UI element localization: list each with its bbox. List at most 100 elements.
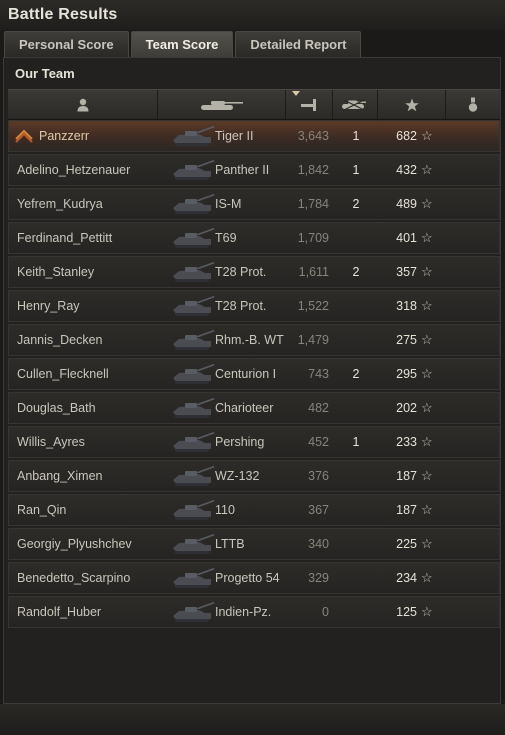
kills-value: 2 <box>352 367 360 381</box>
damage-value: 329 <box>308 571 329 585</box>
tank-silhouette-icon <box>169 566 217 590</box>
player-row[interactable]: Panzzerr Tiger II 3,643 1 682 ☆ <box>8 120 500 152</box>
tank-silhouette-icon <box>169 532 217 556</box>
table-row[interactable]: Henry_Ray T28 Prot. 1,522 318 ☆ <box>8 290 500 322</box>
player-name: Douglas_Bath <box>17 401 96 415</box>
tank-name: T69 <box>215 231 237 245</box>
player-name: Anbang_Ximen <box>17 469 103 483</box>
column-tank[interactable] <box>158 90 286 119</box>
star-icon: ☆ <box>421 366 433 381</box>
player-name: Ferdinand_Pettitt <box>17 231 113 245</box>
xp-value: 295 <box>396 367 417 381</box>
damage-value: 3,643 <box>297 129 329 143</box>
player-name: Ran_Qin <box>17 503 67 517</box>
player-name: Adelino_Hetzenauer <box>17 163 131 177</box>
star-icon: ☆ <box>421 570 433 585</box>
kills-value: 2 <box>352 197 360 211</box>
player-name: Panzzerr <box>39 129 90 143</box>
tank-silhouette-icon <box>169 464 217 488</box>
medal-icon <box>468 97 478 112</box>
tank-name: IS-M <box>215 197 242 211</box>
tab-personal-score[interactable]: Personal Score <box>4 31 129 57</box>
table-row[interactable]: Ran_Qin 110 367 187 ☆ <box>8 494 500 526</box>
tab-team-score[interactable]: Team Score <box>130 31 234 57</box>
tank-silhouette-icon <box>169 430 217 454</box>
column-damage[interactable] <box>286 90 333 119</box>
xp-value: 432 <box>396 163 417 177</box>
team-score-panel: Our Team Panzzerr Tiger II 3,643 1 682 ☆… <box>3 57 501 704</box>
table-row[interactable]: Keith_Stanley T28 Prot. 1,611 2 357 ☆ <box>8 256 500 288</box>
player-name: Yefrem_Kudrya <box>17 197 103 211</box>
window-title: Battle Results <box>8 6 118 23</box>
xp-value: 125 <box>396 605 417 619</box>
table-row[interactable]: Ferdinand_Pettitt T69 1,709 401 ☆ <box>8 222 500 254</box>
table-row[interactable]: Adelino_Hetzenauer Panther II 1,842 1 432 ☆ <box>8 154 500 186</box>
column-player[interactable] <box>8 90 158 119</box>
tank-name: Charioteer <box>215 401 274 415</box>
tab-bar: Personal Score Team Score Detailed Repor… <box>4 31 363 57</box>
xp-value: 401 <box>396 231 417 245</box>
column-medal[interactable] <box>446 90 500 119</box>
player-name: Henry_Ray <box>17 299 80 313</box>
platoon-badge-icon <box>15 129 33 143</box>
damage-value: 1,784 <box>297 197 329 211</box>
damage-value: 1,842 <box>297 163 329 177</box>
damage-value: 1,479 <box>297 333 329 347</box>
tank-silhouette-icon <box>169 498 217 522</box>
player-name: Jannis_Decken <box>17 333 103 347</box>
xp-value: 233 <box>396 435 417 449</box>
table-row[interactable]: Yefrem_Kudrya IS-M 1,784 2 489 ☆ <box>8 188 500 220</box>
sort-arrow-icon <box>292 91 300 96</box>
table-row[interactable]: Randolf_Huber Indien-Pz. 0 125 ☆ <box>8 596 500 628</box>
column-kills[interactable] <box>333 90 378 119</box>
xp-value: 234 <box>396 571 417 585</box>
damage-value: 482 <box>308 401 329 415</box>
xp-value: 489 <box>396 197 417 211</box>
tank-name: Progetto 54 <box>215 571 280 585</box>
column-xp[interactable] <box>378 90 446 119</box>
kills-value: 1 <box>352 129 360 143</box>
kills-value: 1 <box>352 163 360 177</box>
table-row[interactable]: Douglas_Bath Charioteer 482 202 ☆ <box>8 392 500 424</box>
table-row[interactable]: Georgiy_Plyushchev LTTB 340 225 ☆ <box>8 528 500 560</box>
player-name: Randolf_Huber <box>17 605 102 619</box>
table-row[interactable]: Cullen_Flecknell Centurion I 743 2 295 ☆ <box>8 358 500 390</box>
title-bar: Battle Results <box>0 0 505 30</box>
xp-value: 187 <box>396 503 417 517</box>
damage-value: 0 <box>322 605 329 619</box>
damage-value: 1,522 <box>297 299 329 313</box>
star-icon: ☆ <box>421 434 433 449</box>
star-icon: ☆ <box>421 196 433 211</box>
xp-value: 275 <box>396 333 417 347</box>
tank-name: WZ-132 <box>215 469 260 483</box>
star-icon: ☆ <box>421 332 433 347</box>
xp-value: 682 <box>396 129 417 143</box>
table-row[interactable]: Jannis_Decken Rhm.-B. WT 1,479 275 ☆ <box>8 324 500 356</box>
player-name: Willis_Ayres <box>17 435 85 449</box>
tank-name: T28 Prot. <box>215 265 267 279</box>
tank-silhouette-icon <box>169 124 217 148</box>
damage-value: 367 <box>308 503 329 517</box>
tank-name: Tiger II <box>215 129 254 143</box>
player-name: Keith_Stanley <box>17 265 95 279</box>
tank-name: Rhm.-B. WT <box>215 333 284 347</box>
star-icon: ☆ <box>421 468 433 483</box>
star-icon: ☆ <box>421 128 433 143</box>
tank-silhouette-icon <box>169 362 217 386</box>
table-row[interactable]: Anbang_Ximen WZ-132 376 187 ☆ <box>8 460 500 492</box>
tank-silhouette-icon <box>169 192 217 216</box>
xp-value: 202 <box>396 401 417 415</box>
tank-name: LTTB <box>215 537 245 551</box>
tank-name: 110 <box>215 503 235 517</box>
star-icon: ☆ <box>421 502 433 517</box>
damage-value: 452 <box>308 435 329 449</box>
table-header <box>8 89 500 120</box>
star-icon: ☆ <box>421 536 433 551</box>
star-icon: ☆ <box>421 298 433 313</box>
table-row[interactable]: Benedetto_Scarpino Progetto 54 329 234 ☆ <box>8 562 500 594</box>
star-icon <box>404 98 419 111</box>
tab-detailed-report[interactable]: Detailed Report <box>235 31 362 57</box>
table-row[interactable]: Willis_Ayres Pershing 452 1 233 ☆ <box>8 426 500 458</box>
tank-silhouette-icon <box>169 158 217 182</box>
team-title: Our Team <box>15 66 75 81</box>
